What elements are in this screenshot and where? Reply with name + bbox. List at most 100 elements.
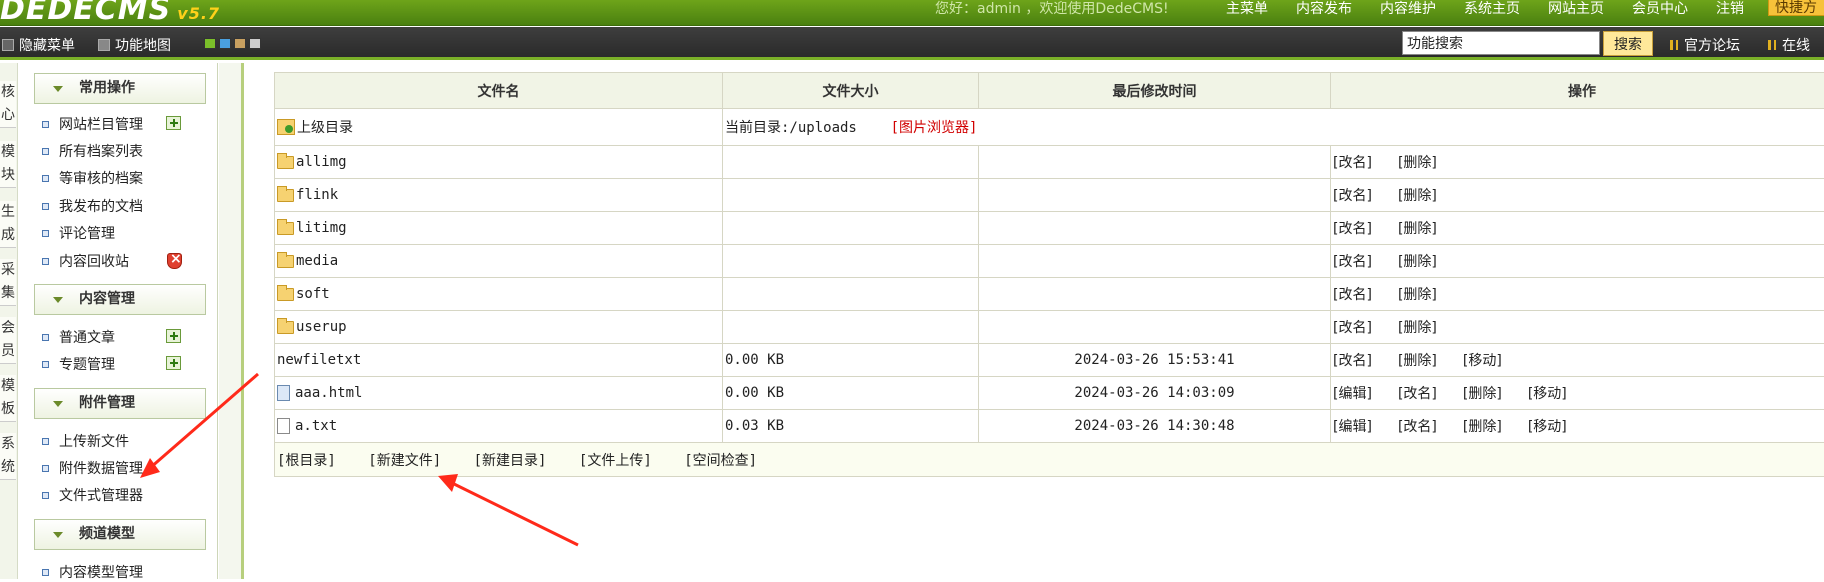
folder-icon bbox=[277, 288, 294, 301]
menu-group-attachments[interactable]: 附件管理 bbox=[34, 388, 206, 419]
bullet-icon bbox=[42, 258, 49, 265]
nav-site-home[interactable]: 网站主页 bbox=[1534, 0, 1618, 18]
file-name-link[interactable]: allimg bbox=[296, 154, 347, 170]
image-browser-link[interactable]: [图片浏览器] bbox=[891, 120, 978, 136]
skin-swatch-gray[interactable] bbox=[249, 38, 261, 49]
delete-link[interactable]: [删除] bbox=[1463, 419, 1502, 435]
vtab-member[interactable]: 会员 bbox=[0, 317, 16, 364]
menu-item-content-model[interactable]: 内容模型管理 bbox=[42, 562, 143, 582]
menu-item-columns[interactable]: 网站栏目管理 bbox=[42, 114, 143, 134]
delete-link[interactable]: [删除] bbox=[1398, 155, 1437, 171]
delete-link[interactable]: [删除] bbox=[1398, 188, 1437, 204]
menu-item-pending[interactable]: 等审核的档案 bbox=[42, 168, 143, 188]
menu-group-common[interactable]: 常用操作 bbox=[34, 73, 206, 104]
rename-link[interactable]: [改名] bbox=[1398, 386, 1437, 402]
nav-member-center[interactable]: 会员中心 bbox=[1618, 0, 1702, 18]
delete-link[interactable]: [删除] bbox=[1398, 254, 1437, 270]
file-name-link[interactable]: flink bbox=[296, 187, 338, 203]
search-input[interactable] bbox=[1402, 31, 1600, 55]
upload-file-link[interactable]: [文件上传] bbox=[579, 453, 652, 469]
root-dir-link[interactable]: [根目录] bbox=[277, 453, 336, 469]
move-link[interactable]: [移动] bbox=[1528, 419, 1567, 435]
rename-link[interactable]: [改名] bbox=[1333, 188, 1372, 204]
nav-system-home[interactable]: 系统主页 bbox=[1450, 0, 1534, 18]
file-name-link[interactable]: userup bbox=[296, 319, 347, 335]
search-button[interactable]: 搜索 bbox=[1603, 31, 1653, 56]
nav-content-maintain[interactable]: 内容维护 bbox=[1366, 0, 1450, 18]
file-size: 0.00 KB bbox=[723, 377, 979, 410]
menu-item-attachment-data[interactable]: 附件数据管理 bbox=[42, 458, 143, 478]
file-name-link[interactable]: aaa.html bbox=[295, 385, 362, 401]
menu-group-channel[interactable]: 频道模型 bbox=[34, 519, 206, 550]
menu-item-article[interactable]: 普通文章 bbox=[42, 327, 115, 347]
menu-group-title: 频道模型 bbox=[79, 526, 135, 542]
rename-link[interactable]: [改名] bbox=[1333, 155, 1372, 171]
space-check-link[interactable]: [空间检查] bbox=[684, 453, 757, 469]
skin-swatch-blue[interactable] bbox=[219, 38, 231, 49]
forum-link[interactable]: 官方论坛 bbox=[1670, 35, 1740, 55]
delete-link[interactable]: [删除] bbox=[1398, 353, 1437, 369]
delete-link[interactable]: [删除] bbox=[1398, 320, 1437, 336]
file-name-link[interactable]: litimg bbox=[296, 220, 347, 236]
menu-item-upload[interactable]: 上传新文件 bbox=[42, 431, 129, 451]
menu-item-comments[interactable]: 评论管理 bbox=[42, 223, 115, 243]
table-row: userup [改名] [删除] bbox=[275, 311, 1824, 344]
menu-item-topics[interactable]: 专题管理 bbox=[42, 354, 115, 374]
menu-group-content[interactable]: 内容管理 bbox=[34, 284, 206, 315]
add-icon[interactable] bbox=[166, 329, 181, 343]
move-link[interactable]: [移动] bbox=[1463, 353, 1502, 369]
online-link[interactable]: 在线 bbox=[1768, 35, 1810, 55]
menu-item-label: 等审核的档案 bbox=[59, 168, 143, 188]
rename-link[interactable]: [改名] bbox=[1333, 353, 1372, 369]
delete-link[interactable]: [删除] bbox=[1398, 221, 1437, 237]
skin-swatch-green[interactable] bbox=[204, 38, 216, 49]
frame-divider bbox=[219, 63, 244, 579]
file-name-link[interactable]: newfiletxt bbox=[277, 352, 361, 368]
add-icon[interactable] bbox=[166, 116, 181, 130]
menu-item-file-manager[interactable]: 文件式管理器 bbox=[42, 485, 143, 505]
vtab-collect[interactable]: 采集 bbox=[0, 259, 16, 306]
quick-button[interactable]: 快捷方 bbox=[1768, 0, 1824, 16]
grid-icon bbox=[98, 39, 110, 51]
delete-icon[interactable] bbox=[167, 253, 182, 269]
online-link-label: 在线 bbox=[1782, 35, 1810, 55]
vtab-generate[interactable]: 生成 bbox=[0, 201, 16, 248]
new-dir-link[interactable]: [新建目录] bbox=[474, 453, 547, 469]
parent-dir-link[interactable]: 上级目录 bbox=[277, 117, 720, 137]
table-row: allimg [改名] [删除] bbox=[275, 146, 1824, 179]
vtab-template[interactable]: 模板 bbox=[0, 375, 16, 422]
vtab-core[interactable]: 核心 bbox=[0, 81, 16, 128]
skin-swatch-brown[interactable] bbox=[234, 38, 246, 49]
nav-main-menu[interactable]: 主菜单 bbox=[1212, 0, 1282, 18]
add-icon[interactable] bbox=[166, 356, 181, 370]
new-file-link[interactable]: [新建文件] bbox=[368, 453, 441, 469]
edit-link[interactable]: [编辑] bbox=[1333, 419, 1372, 435]
col-header-actions: 操作 bbox=[1331, 73, 1824, 109]
rename-link[interactable]: [改名] bbox=[1333, 320, 1372, 336]
bullet-icon bbox=[42, 438, 49, 445]
menu-item-all-archives[interactable]: 所有档案列表 bbox=[42, 141, 143, 161]
edit-link[interactable]: [编辑] bbox=[1333, 386, 1372, 402]
vtab-module[interactable]: 模块 bbox=[0, 141, 16, 188]
vtab-system[interactable]: 系统 bbox=[0, 433, 16, 480]
rename-link[interactable]: [改名] bbox=[1333, 221, 1372, 237]
hide-menu-label: 隐藏菜单 bbox=[19, 35, 75, 55]
menu-item-recycle[interactable]: 内容回收站 bbox=[42, 251, 129, 271]
nav-logout[interactable]: 注销 bbox=[1702, 0, 1758, 18]
delete-link[interactable]: [删除] bbox=[1398, 287, 1437, 303]
menu-item-my-docs[interactable]: 我发布的文档 bbox=[42, 196, 143, 216]
chevron-down-icon bbox=[53, 297, 63, 303]
nav-content-publish[interactable]: 内容发布 bbox=[1282, 0, 1366, 18]
move-link[interactable]: [移动] bbox=[1528, 386, 1567, 402]
site-map-button[interactable]: 功能地图 bbox=[98, 35, 171, 55]
delete-link[interactable]: [删除] bbox=[1463, 386, 1502, 402]
rename-link[interactable]: [改名] bbox=[1398, 419, 1437, 435]
hide-menu-button[interactable]: 隐藏菜单 bbox=[2, 35, 75, 55]
rename-link[interactable]: [改名] bbox=[1333, 254, 1372, 270]
folder-icon bbox=[277, 222, 294, 235]
file-name-link[interactable]: a.txt bbox=[295, 418, 337, 434]
file-name-link[interactable]: soft bbox=[296, 286, 330, 302]
rename-link[interactable]: [改名] bbox=[1333, 287, 1372, 303]
parent-dir-label: 上级目录 bbox=[297, 117, 353, 137]
file-name-link[interactable]: media bbox=[296, 253, 338, 269]
